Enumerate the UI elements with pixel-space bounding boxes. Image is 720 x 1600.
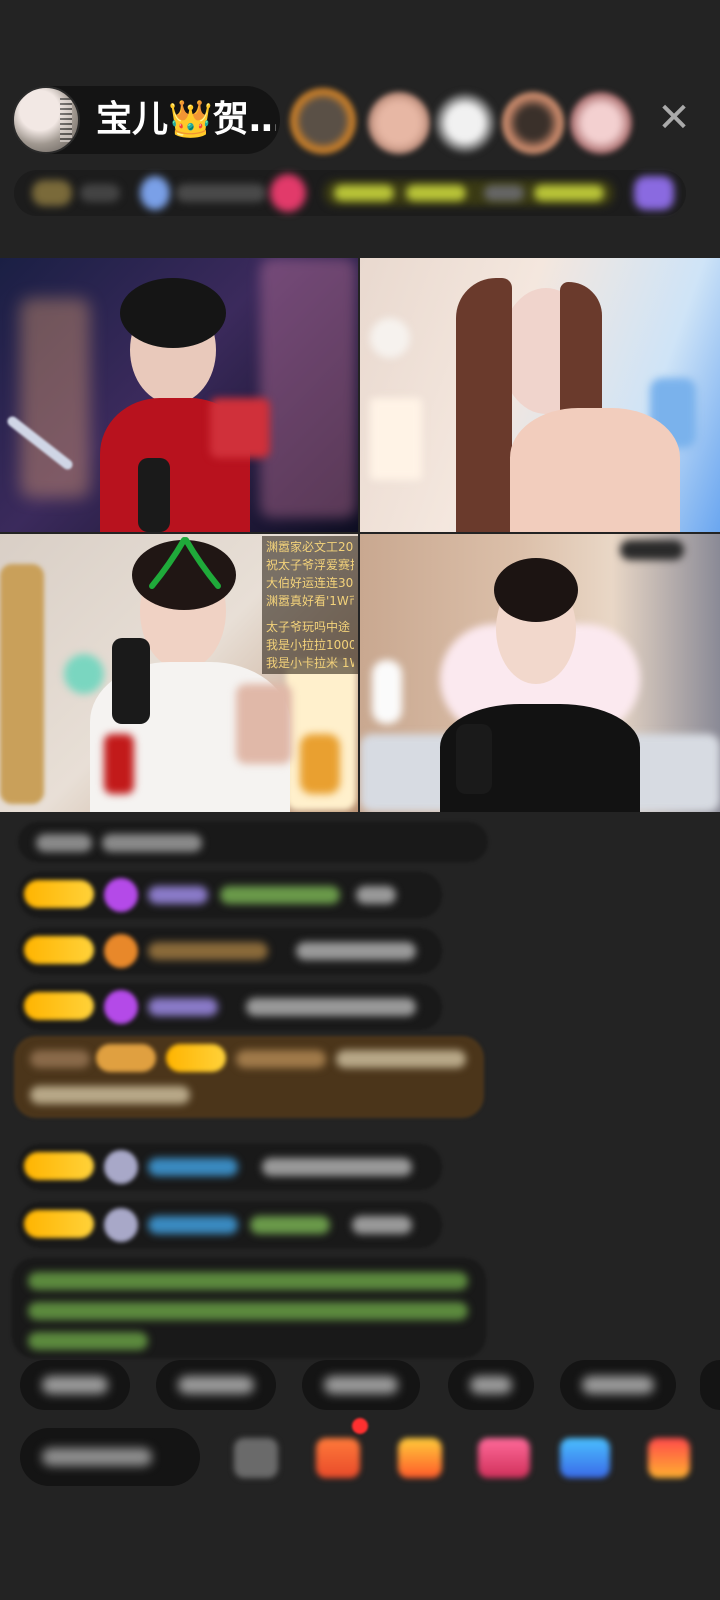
top-viewer-avatar-4[interactable] xyxy=(502,92,564,154)
overlay-line: 我是小卡拉米 1W币 xyxy=(266,656,354,670)
quick-reply-chip[interactable] xyxy=(156,1360,276,1410)
quick-reply-chip[interactable] xyxy=(20,1360,130,1410)
notification-dot xyxy=(352,1418,368,1434)
host-avatar[interactable] xyxy=(12,86,80,154)
video-tile-2[interactable] xyxy=(360,258,720,532)
host-name[interactable]: 宝儿👑贺… xyxy=(96,100,276,140)
top-viewer-avatar-5[interactable] xyxy=(570,92,632,154)
red-gift-icon[interactable] xyxy=(648,1438,690,1478)
overlay-line: 渊嚣家必文工2000 xyxy=(266,540,354,554)
blue-game-icon[interactable] xyxy=(560,1438,610,1478)
multi-guest-video-grid: 渊嚣家必文工2000 祝太子爷浮爱赛择2 大伯好运连连3000 渊嚣真好看'1W… xyxy=(0,258,720,814)
top-viewer-avatar-3[interactable] xyxy=(434,92,496,154)
close-icon[interactable]: ✕ xyxy=(656,98,692,138)
video-tile-3[interactable]: 渊嚣家必文工2000 祝太子爷浮爱赛择2 大伯好运连连3000 渊嚣真好看'1W… xyxy=(0,534,358,812)
video-tile-1[interactable] xyxy=(0,258,358,532)
quick-reply-chip[interactable] xyxy=(700,1360,720,1410)
overlay-line: 大伯好运连连3000 xyxy=(266,576,354,590)
stream-overlay-messages: 渊嚣家必文工2000 祝太子爷浮爱赛择2 大伯好运连连3000 渊嚣真好看'1W… xyxy=(262,536,358,674)
quick-reply-chip[interactable] xyxy=(560,1360,676,1410)
host-info-pill[interactable]: 宝儿👑贺… xyxy=(12,86,280,154)
treasure-icon[interactable] xyxy=(398,1438,442,1478)
top-viewer-avatar-1[interactable] xyxy=(290,88,356,154)
overlay-line: 我是小拉拉1000币 xyxy=(266,638,354,652)
chat-input-field[interactable] xyxy=(20,1428,200,1486)
gift-box-icon[interactable] xyxy=(316,1438,360,1478)
overlay-line: 太子爷玩吗中途 300 xyxy=(266,620,354,634)
top-viewer-avatar-2[interactable] xyxy=(368,92,430,154)
quick-reply-chip[interactable] xyxy=(302,1360,420,1410)
live-room-screen: 宝儿👑贺… ✕ 渊嚣家必文工20 祝太子爷浮爱赛 大伯好运连连30 渊嚣真好看'… xyxy=(0,0,720,1600)
overlay-line: 渊嚣真好看'1W币下 xyxy=(266,594,354,608)
room-info-bar[interactable] xyxy=(14,170,686,216)
emoji-icon[interactable] xyxy=(234,1438,278,1478)
overlay-line: 祝太子爷浮爱赛择2 xyxy=(266,558,354,572)
video-tile-4[interactable] xyxy=(360,534,720,812)
antenna-sticker-icon xyxy=(149,537,221,589)
chat-message-highlight[interactable] xyxy=(14,1036,484,1118)
quick-reply-chip[interactable] xyxy=(448,1360,534,1410)
pink-gift-icon[interactable] xyxy=(478,1438,530,1478)
